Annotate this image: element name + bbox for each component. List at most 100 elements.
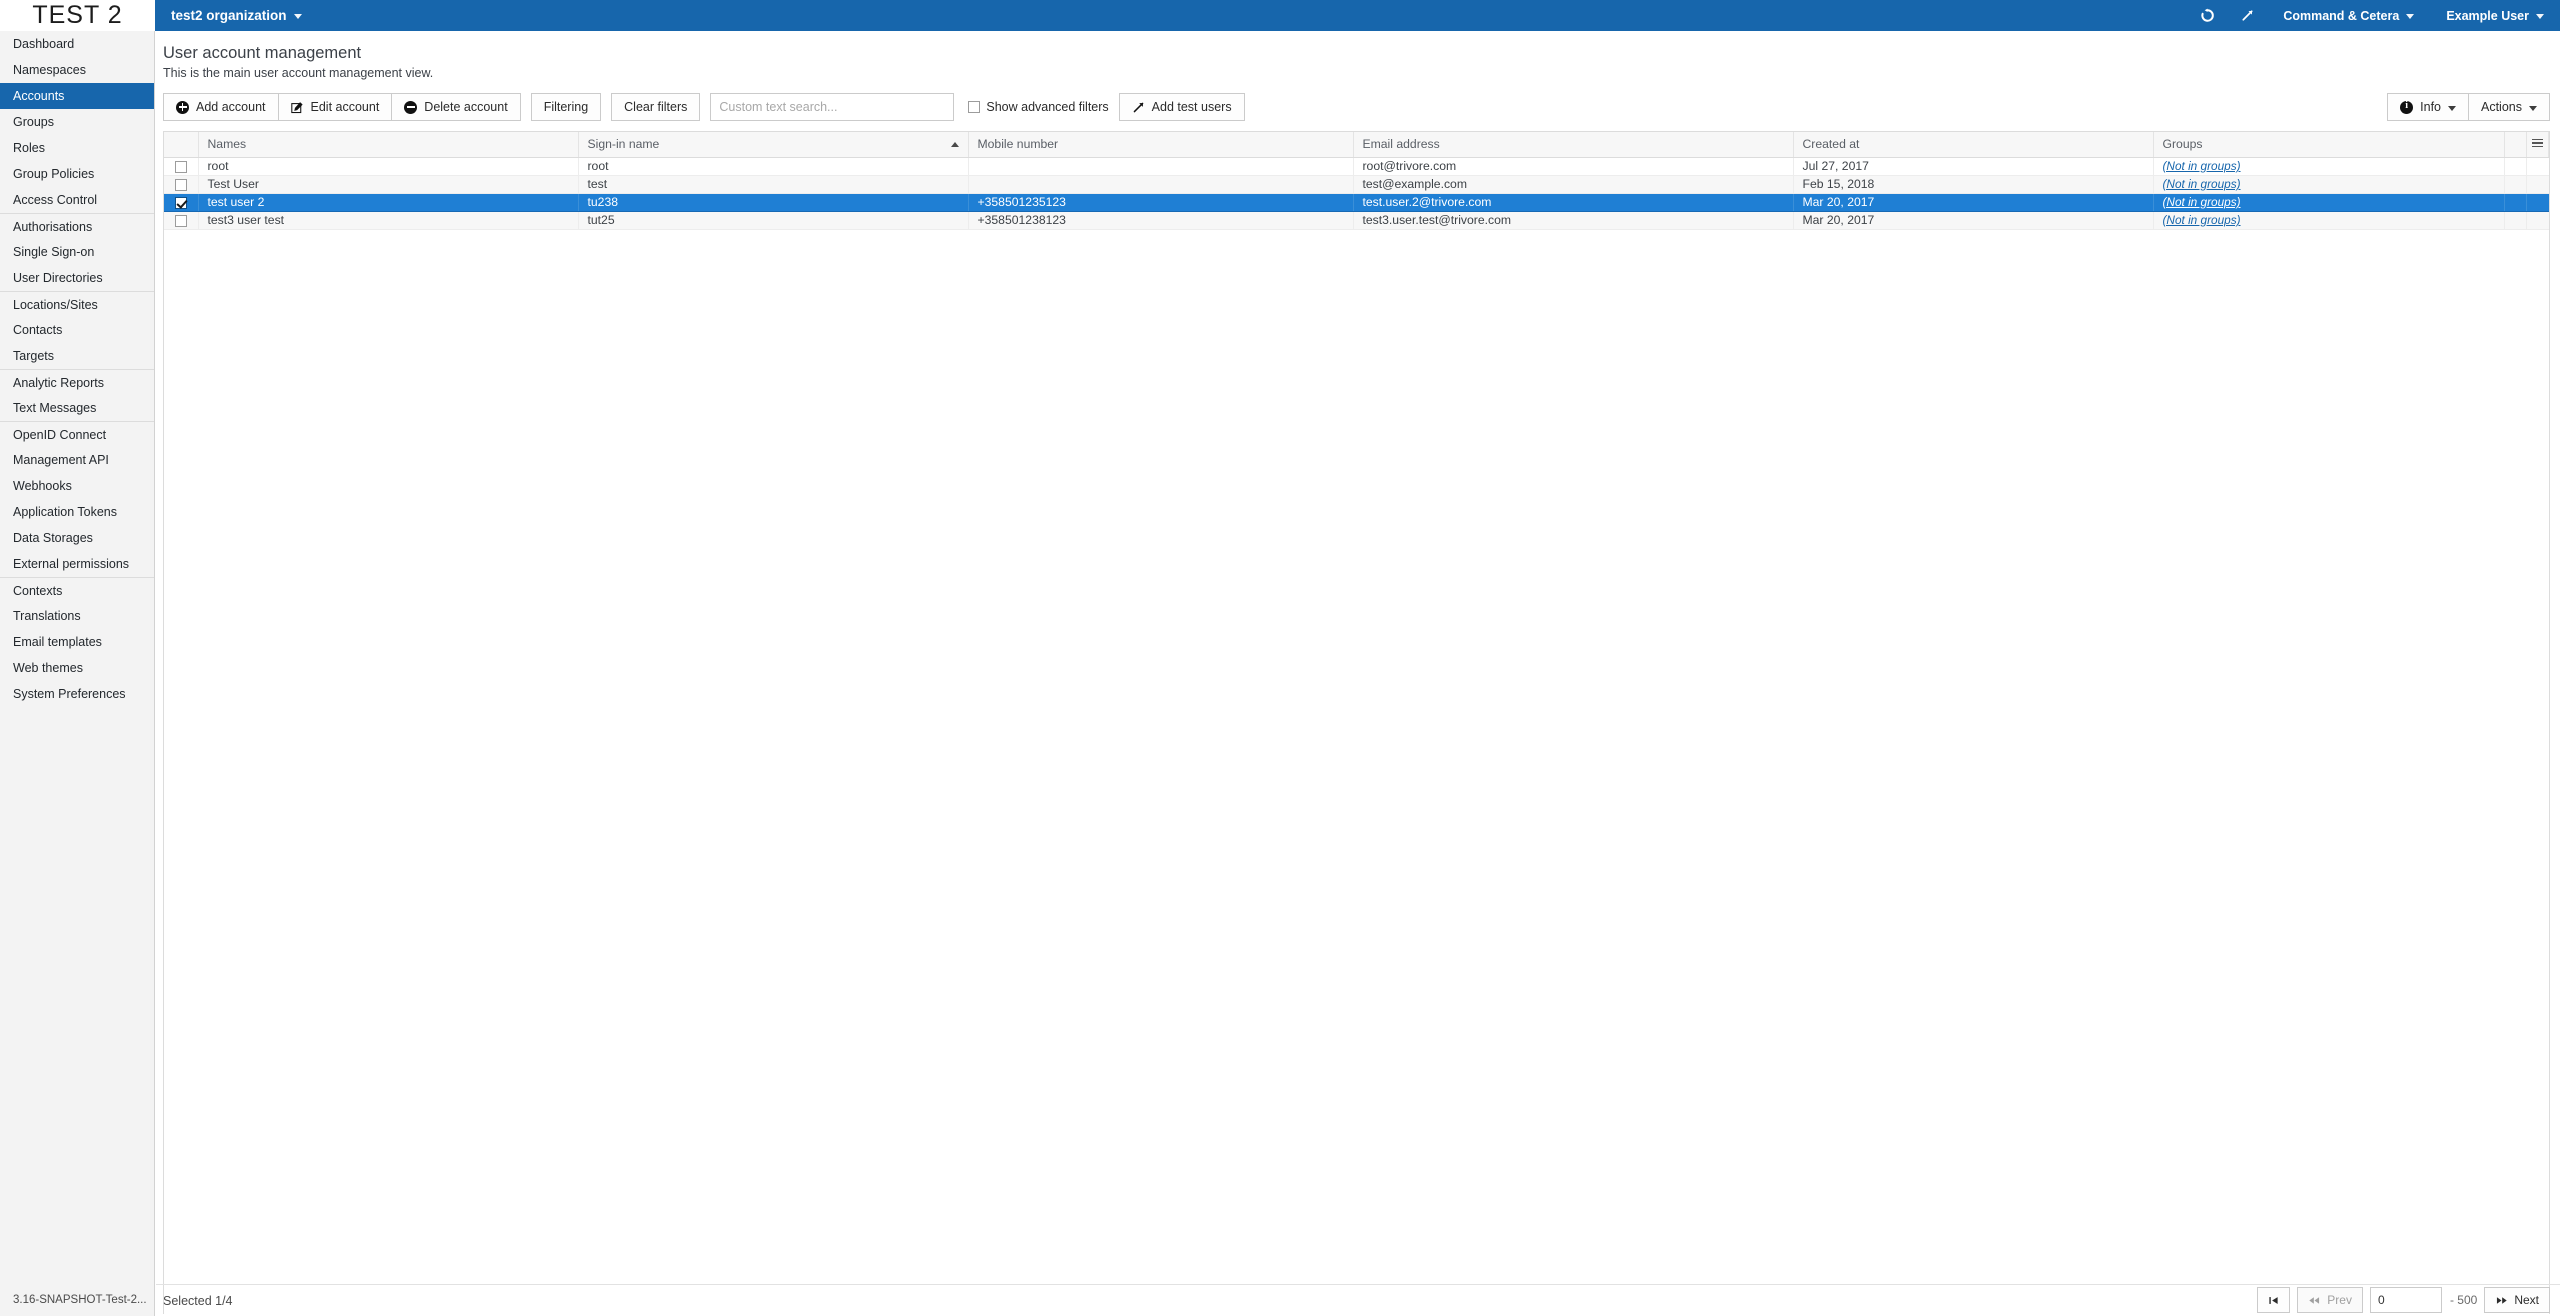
sidebar-item-data-storages[interactable]: Data Storages [0, 525, 154, 551]
top-bar: TEST 2 test2 organization Command & Cete… [0, 0, 2560, 31]
cell-signin: tut25 [578, 211, 969, 230]
sidebar-item-access-control[interactable]: Access Control [0, 187, 154, 213]
row-checkbox[interactable] [174, 214, 187, 227]
chevron-down-icon [2529, 105, 2537, 111]
sidebar-item-locations-sites[interactable]: Locations/Sites [0, 291, 154, 317]
table-row[interactable]: root root root@trivore.com Jul 27, 2017 (Not… [164, 157, 2549, 176]
expand-diagonal-icon [2242, 10, 2253, 21]
row-select-cell[interactable] [164, 211, 199, 230]
row-checkbox[interactable] [174, 160, 187, 173]
show-advanced-filters-checkbox[interactable] [968, 101, 981, 113]
column-header-names[interactable]: Names [198, 132, 579, 158]
row-select-cell[interactable] [164, 157, 199, 176]
sidebar-item-translations[interactable]: Translations [0, 603, 154, 629]
sidebar-item-system-preferences[interactable]: System Preferences [0, 681, 154, 707]
column-header-signin[interactable]: Sign-in name [578, 132, 969, 158]
table-row[interactable]: test user 2 tu238 +358501235123 test.user.2… [164, 193, 2549, 212]
prev-page-button[interactable]: Prev [2297, 1287, 2363, 1313]
sidebar-item-external-permissions[interactable]: External permissions [0, 551, 154, 577]
show-advanced-filters-label: Show advanced filters [986, 100, 1109, 114]
cell-groups: (Not in groups) [2153, 211, 2505, 230]
column-header-filler [2504, 132, 2527, 158]
cell-filler [2504, 157, 2527, 176]
row-checkbox[interactable] [174, 178, 187, 191]
table-row[interactable]: test3 user test tut25 +358501238123 test3.u… [164, 211, 2549, 230]
info-actions-group: Info Actions [2387, 93, 2550, 121]
app-logo-text: TEST 2 [32, 1, 123, 29]
add-test-users-button[interactable]: Add test users [1118, 93, 1245, 121]
filtering-button[interactable]: Filtering [530, 93, 602, 121]
sidebar-item-dashboard[interactable]: Dashboard [0, 31, 154, 57]
refresh-button[interactable] [2187, 0, 2227, 31]
cell-names: test user 2 [198, 193, 579, 212]
actions-button[interactable]: Actions [2468, 93, 2550, 121]
row-checkbox[interactable] [174, 196, 187, 209]
sidebar-item-groups[interactable]: Groups [0, 109, 154, 135]
table-body: root root root@trivore.com Jul 27, 2017 (Not… [164, 157, 2549, 230]
sidebar-item-contacts[interactable]: Contacts [0, 317, 154, 343]
page-header: User account management This is the main… [156, 31, 2560, 83]
add-account-button[interactable]: Add account [163, 93, 279, 121]
sidebar-item-single-sign-on[interactable]: Single Sign-on [0, 239, 154, 265]
sidebar-item-text-messages[interactable]: Text Messages [0, 395, 154, 421]
double-arrow-left-icon [2309, 1296, 2320, 1304]
edit-account-button[interactable]: Edit account [277, 93, 393, 121]
row-select-cell[interactable] [164, 193, 199, 212]
search-input[interactable] [710, 93, 955, 121]
sidebar-item-webhooks[interactable]: Webhooks [0, 473, 154, 499]
column-chooser-button[interactable] [2526, 132, 2549, 158]
column-header-groups[interactable]: Groups [2153, 132, 2505, 158]
column-header-mobile[interactable]: Mobile number [968, 132, 1354, 158]
cell-mobile [968, 157, 1354, 176]
fullscreen-button[interactable] [2227, 0, 2267, 31]
double-arrow-right-icon [2497, 1296, 2508, 1304]
sidebar-item-authorisations[interactable]: Authorisations [0, 213, 154, 239]
show-advanced-filters-toggle[interactable]: Show advanced filters [968, 100, 1109, 114]
user-menu-label: Example User [2446, 8, 2529, 23]
organization-selector[interactable]: test2 organization [155, 0, 314, 31]
page-number-input[interactable] [2369, 1287, 2442, 1313]
next-page-button[interactable]: Next [2484, 1287, 2550, 1313]
cell-email: test3.user.test@trivore.com [1353, 211, 1794, 230]
sidebar-item-email-templates[interactable]: Email templates [0, 629, 154, 655]
page-title: User account management [163, 44, 362, 62]
sidebar-item-targets[interactable]: Targets [0, 343, 154, 369]
sidebar-item-contexts[interactable]: Contexts [0, 577, 154, 603]
sidebar-item-openid-connect[interactable]: OpenID Connect [0, 421, 154, 447]
table-row[interactable]: Test User test test@example.com Feb 15, 201… [164, 175, 2549, 194]
chevron-down-icon [293, 14, 302, 19]
chevron-down-icon [2448, 105, 2456, 111]
sidebar-item-list: Dashboard Namespaces Accounts Groups Roles Gr… [0, 31, 154, 707]
first-page-button[interactable] [2257, 1287, 2291, 1313]
sidebar-item-web-themes[interactable]: Web themes [0, 655, 154, 681]
column-header-created[interactable]: Created at [1793, 132, 2154, 158]
main-content: User account management This is the main… [156, 31, 2560, 1316]
clear-filters-label: Clear filters [624, 100, 688, 114]
sidebar-item-namespaces[interactable]: Namespaces [0, 57, 154, 83]
delete-account-button[interactable]: Delete account [391, 93, 521, 121]
column-header-label: Email address [1362, 137, 1440, 152]
sidebar-item-group-policies[interactable]: Group Policies [0, 161, 154, 187]
sidebar-item-accounts[interactable]: Accounts [0, 83, 154, 109]
sidebar-item-user-directories[interactable]: User Directories [0, 265, 154, 291]
cell-filler [2504, 175, 2527, 194]
user-menu[interactable]: Example User [2430, 0, 2560, 31]
info-button[interactable]: Info [2387, 93, 2469, 121]
delete-account-label: Delete account [424, 100, 508, 114]
row-select-cell[interactable] [164, 175, 199, 194]
sidebar-item-analytic-reports[interactable]: Analytic Reports [0, 369, 154, 395]
command-menu[interactable]: Command & Cetera [2267, 0, 2430, 31]
sidebar-item-application-tokens[interactable]: Application Tokens [0, 499, 154, 525]
first-page-icon [2269, 1296, 2278, 1304]
groups-link[interactable]: (Not in groups) [2163, 195, 2241, 209]
sidebar-navigation: Dashboard Namespaces Accounts Groups Roles Gr… [0, 31, 155, 1316]
column-header-email[interactable]: Email address [1353, 132, 1794, 158]
groups-link[interactable]: (Not in groups) [2163, 177, 2241, 191]
sidebar-item-roles[interactable]: Roles [0, 135, 154, 161]
groups-link[interactable]: (Not in groups) [2163, 213, 2241, 227]
groups-link[interactable]: (Not in groups) [2163, 159, 2241, 173]
cell-names: test3 user test [198, 211, 579, 230]
sidebar-item-management-api[interactable]: Management API [0, 447, 154, 473]
cell-mobile: +358501238123 [968, 211, 1354, 230]
clear-filters-button[interactable]: Clear filters [611, 93, 701, 121]
